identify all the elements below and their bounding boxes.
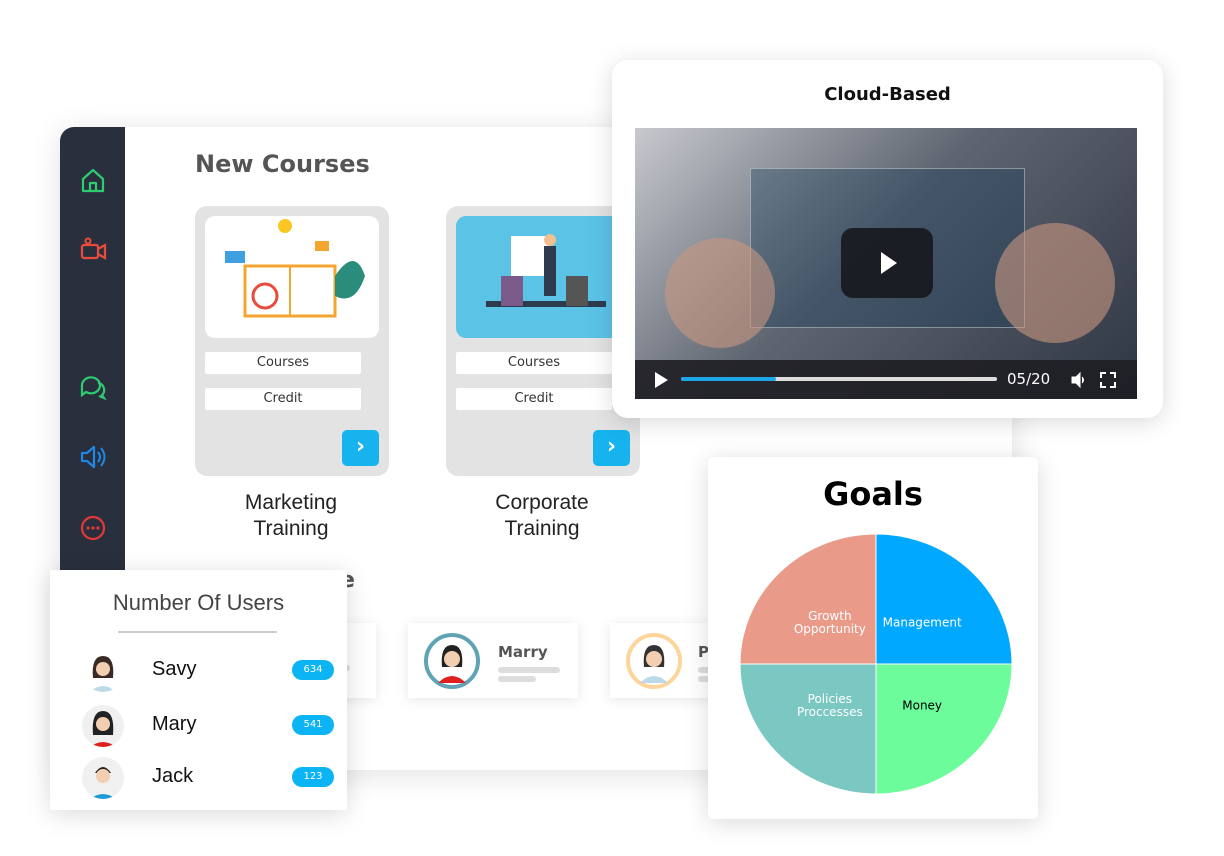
pie-slice [739, 663, 877, 795]
avatar [82, 650, 124, 692]
goals-title: Goals [823, 475, 923, 513]
pie-label: Management [883, 616, 962, 630]
avatar [424, 633, 480, 689]
corporate-illustration [456, 216, 630, 338]
open-course-button[interactable]: › [593, 430, 630, 466]
courses-pill: Courses [205, 352, 361, 374]
user-row[interactable]: Mary 541 [50, 703, 347, 753]
course-name-line2: Training [253, 517, 329, 540]
open-course-button[interactable]: › [342, 430, 379, 466]
play-icon[interactable] [653, 371, 669, 389]
credit-pill: Credit [205, 388, 361, 410]
course-card-corporate[interactable]: Courses Credit › [446, 206, 640, 476]
progress-bar[interactable] [681, 377, 997, 381]
course-name-line1: Corporate [495, 491, 589, 514]
course-name-line2: Training [504, 517, 580, 540]
goals-pie-chart: ManagementMoneyPolicies ProccessesGrowth O… [739, 533, 1013, 795]
user-row[interactable]: Savy 634 [50, 648, 347, 698]
avatar [626, 633, 682, 689]
divider [118, 631, 277, 633]
pie-slice [875, 533, 1013, 665]
user-count-badge: 541 [292, 715, 334, 735]
volume-icon[interactable] [1071, 372, 1087, 388]
goals-card: Goals Management Money Policies Proccesses G… [708, 457, 1038, 819]
user-count-badge: 123 [292, 767, 334, 787]
course-label: Corporate Training [445, 490, 639, 542]
marketing-illustration [205, 216, 379, 338]
profile-card-marry[interactable]: Marry [408, 623, 578, 698]
new-courses-title: New Courses [195, 150, 370, 178]
home-icon[interactable] [78, 165, 108, 195]
users-title: Number Of Users [112, 590, 285, 615]
video-card: Cloud-Based 05/20 [612, 60, 1163, 418]
profile-card[interactable]: P [610, 623, 710, 698]
course-name-line1: Marketing [244, 491, 338, 514]
fullscreen-icon[interactable] [1100, 372, 1116, 388]
user-name: Jack [152, 765, 194, 787]
course-card-marketing[interactable]: Courses Credit › [195, 206, 389, 476]
profile-name: Marry [498, 643, 548, 661]
chat-icon[interactable] [78, 371, 108, 401]
video-camera-icon[interactable] [78, 235, 108, 265]
user-name: Mary [152, 713, 197, 735]
courses-pill: Courses [456, 352, 612, 374]
users-card: Number Of Users Savy 634 Mary 541 Jack 123 [50, 570, 347, 810]
pie-slice [875, 663, 1013, 795]
more-icon[interactable] [78, 513, 108, 543]
play-icon [881, 252, 897, 274]
play-overlay-button[interactable] [841, 228, 933, 298]
user-name: Savy [152, 658, 197, 680]
user-count-badge: 634 [292, 660, 334, 680]
video-controls: 05/20 [635, 360, 1137, 399]
pie-label: Money [902, 698, 942, 712]
avatar [82, 757, 124, 799]
speaker-icon[interactable] [78, 442, 108, 472]
video-title: Cloud-Based [824, 84, 951, 105]
credit-pill: Credit [456, 388, 612, 410]
avatar [82, 705, 124, 747]
course-label: Marketing Training [194, 490, 388, 542]
user-row[interactable]: Jack 123 [50, 755, 347, 805]
chevron-right-icon: › [355, 434, 366, 459]
chevron-right-icon: › [606, 434, 617, 459]
video-time: 05/20 [1007, 370, 1051, 388]
video-player[interactable]: 05/20 [635, 128, 1137, 399]
pie-slice [739, 533, 877, 665]
